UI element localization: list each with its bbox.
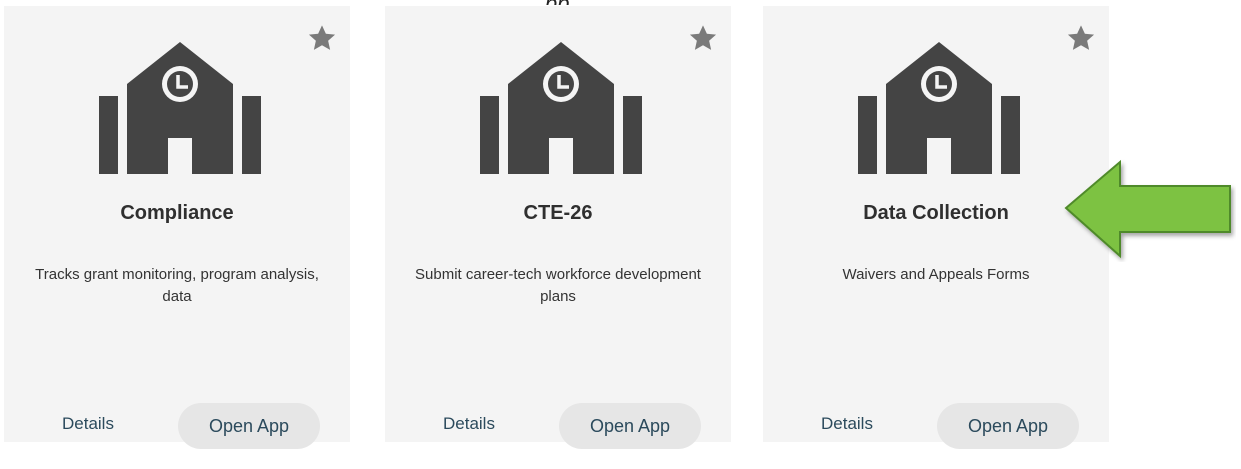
partial-header-text: pp	[545, 0, 605, 5]
card-title: CTE-26	[523, 202, 593, 224]
favorite-star-icon[interactable]	[1065, 22, 1097, 54]
favorite-star-icon[interactable]	[687, 22, 719, 54]
app-card-cte-26: CTE-26 Submit career-tech workforce deve…	[385, 6, 731, 449]
card-description: Tracks grant monitoring, program analysi…	[35, 266, 319, 305]
open-app-button[interactable]: Open App	[937, 403, 1079, 449]
app-card-data-collection: Data Collection Waivers and Appeals Form…	[763, 6, 1109, 449]
card-title: Compliance	[120, 202, 234, 224]
school-building-icon	[480, 42, 642, 174]
details-link[interactable]: Details	[821, 414, 873, 434]
card-title: Data Collection	[863, 202, 1009, 224]
app-card-compliance: Compliance Tracks grant monitoring, prog…	[4, 6, 350, 449]
open-app-button[interactable]: Open App	[559, 403, 701, 449]
school-building-icon	[858, 42, 1020, 174]
school-building-icon	[99, 42, 261, 174]
details-link[interactable]: Details	[62, 414, 114, 434]
green-arrow-annotation	[1064, 159, 1231, 259]
details-link[interactable]: Details	[443, 414, 495, 434]
card-description: Submit career-tech workforce development…	[415, 266, 701, 305]
favorite-star-icon[interactable]	[306, 22, 338, 54]
card-description: Waivers and Appeals Forms	[842, 266, 1030, 283]
open-app-button[interactable]: Open App	[178, 403, 320, 449]
